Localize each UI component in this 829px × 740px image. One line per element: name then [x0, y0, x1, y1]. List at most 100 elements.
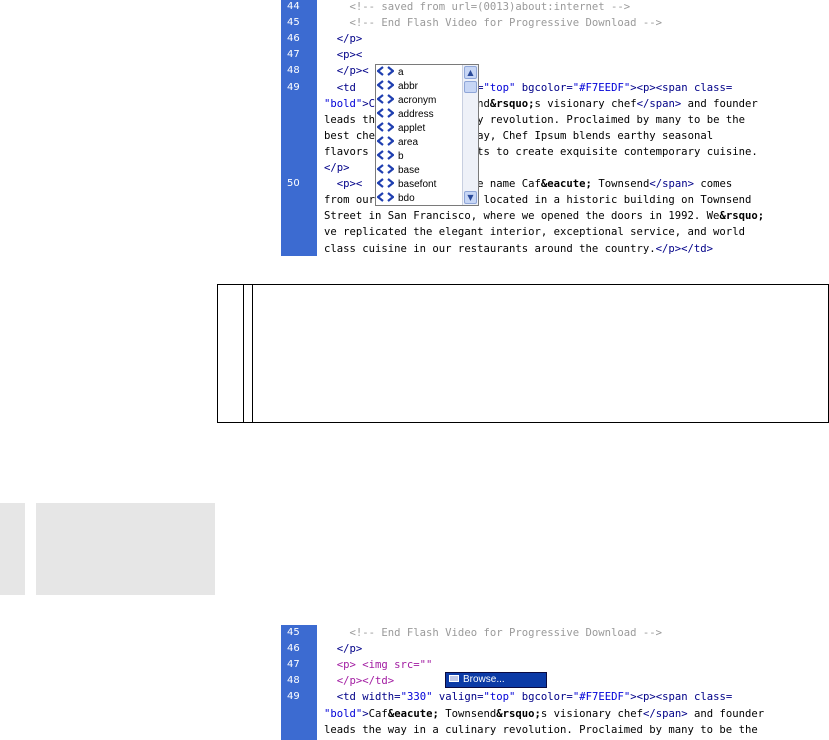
line-number: 47	[287, 659, 300, 671]
code-line[interactable]: Street in San Francisco, where we opened…	[281, 209, 829, 223]
code-text: <p> <img src=""	[324, 658, 829, 672]
code-line[interactable]: "bold">Caf&eacute; Townsend&rsquo;s visi…	[281, 707, 829, 721]
browse-label: Browse...	[463, 674, 505, 685]
tag-icon	[377, 80, 394, 90]
code-hint-item[interactable]: address	[377, 108, 434, 122]
folder-icon	[449, 675, 459, 682]
line-number: 48	[287, 65, 300, 77]
code-token: </p>	[324, 162, 350, 174]
code-line[interactable]: flavors dients to create exquisite conte…	[281, 145, 829, 159]
code-line[interactable]: 49 <td align="top" bgcolor="#F7EEDF"><p>…	[281, 81, 829, 95]
code-line[interactable]: 47 <p> <img src=""	[281, 658, 829, 672]
code-line[interactable]: leads the way in a culinary revolution. …	[281, 723, 829, 737]
code-line[interactable]: 50 <p>< ld">The name Caf&eacute; Townsen…	[281, 177, 829, 191]
code-line[interactable]: 45 <!-- End Flash Video for Progressive …	[281, 626, 829, 640]
code-text: leads the way in a culinary revolution. …	[324, 723, 829, 737]
code-hint-label: applet	[398, 123, 426, 134]
code-hint-label: a	[398, 67, 404, 78]
code-token: &eacute;	[387, 707, 439, 720]
code-token: dients to create exquisite contemporary …	[451, 145, 758, 158]
scroll-up-button[interactable]: ▲	[464, 66, 477, 79]
code-hint-item[interactable]: area	[377, 136, 418, 150]
bottom-code-editor[interactable]: 45 <!-- End Flash Video for Progressive …	[281, 625, 829, 740]
tag-icon	[377, 192, 394, 202]
code-token: </span>	[642, 707, 688, 720]
tag-icon	[377, 178, 394, 188]
code-text: "bold">Caf&eacute; Townsend&rsquo;s visi…	[324, 707, 829, 721]
tag-icon	[377, 108, 394, 118]
code-token: </p><	[324, 65, 369, 78]
code-token: Townsend	[438, 707, 497, 720]
tag-icon	[377, 94, 394, 104]
code-token: <!-- saved from url=(0013)about:internet…	[324, 1, 631, 13]
code-hint-item[interactable]: basefont	[377, 178, 436, 192]
code-token: <td	[324, 691, 363, 704]
code-line[interactable]: 48 </p><	[281, 64, 829, 78]
top-code-editor[interactable]: 44 <!-- saved from url=(0013)about:inter…	[281, 0, 829, 256]
code-hint-item[interactable]: abbr	[377, 80, 418, 94]
code-line[interactable]: ve replicated the elegant interior, exce…	[281, 225, 829, 239]
code-token: <td	[324, 81, 363, 94]
code-hint-popup[interactable]: a abbr acronym address applet area b base basefo…	[375, 64, 479, 206]
code-token: &rsquo;	[489, 97, 535, 110]
code-line[interactable]: from our ant, located in a historic buil…	[281, 193, 829, 207]
grey-block-right	[36, 503, 215, 595]
code-hint-item[interactable]: acronym	[377, 94, 436, 108]
code-token: today, Chef Ipsum blends earthy seasonal	[451, 129, 714, 142]
code-line[interactable]: 46 </p>	[281, 32, 829, 46]
code-token: "#F7EEDF"	[572, 81, 631, 94]
code-hint-label: b	[398, 151, 404, 162]
code-line[interactable]: "bold">C wnsend&rsquo;s visionary chef</…	[281, 97, 829, 111]
code-token: bgcolor=	[521, 81, 573, 94]
scroll-down-button[interactable]: ▼	[464, 191, 477, 204]
code-token: from our	[324, 194, 376, 207]
line-number: 47	[287, 49, 300, 61]
code-token: leads the way in a culinary revolution. …	[324, 723, 758, 736]
design-table-column-divider	[243, 284, 253, 423]
code-hint-item[interactable]: a	[377, 66, 404, 80]
code-hint-item[interactable]: applet	[377, 122, 425, 136]
code-token: "top"	[483, 81, 522, 94]
code-token: </span>	[649, 178, 694, 191]
tag-icon	[377, 122, 394, 132]
code-token: >C	[362, 97, 376, 110]
code-token: "bold"	[324, 707, 363, 720]
code-line[interactable]: class cuisine in our restaurants around …	[281, 242, 829, 256]
code-lines: 44 <!-- saved from url=(0013)about:inter…	[281, 0, 829, 256]
code-hint-label: address	[398, 109, 434, 120]
code-token: valign=	[438, 691, 484, 704]
code-hint-scrollbar[interactable]: ▲ ▼	[462, 65, 478, 205]
code-text: Street in San Francisco, where we opened…	[324, 209, 829, 223]
code-token: <p><	[324, 49, 363, 62]
code-line[interactable]: best che today, Chef Ipsum blends earthy…	[281, 129, 829, 143]
code-token: class cuisine in our restaurants around …	[324, 242, 656, 255]
code-line[interactable]: 44 <!-- saved from url=(0013)about:inter…	[281, 0, 829, 14]
line-number: 44	[287, 1, 300, 12]
code-token: <!-- End Flash Video for Progressive Dow…	[324, 17, 663, 30]
code-token: </p></td>	[655, 242, 714, 255]
code-token: inary revolution. Proclaimed by many to …	[451, 113, 745, 126]
scroll-thumb[interactable]	[464, 81, 477, 93]
code-token: leads th	[324, 113, 376, 126]
code-hint-item[interactable]: base	[377, 164, 420, 178]
code-line[interactable]: 49 <td width="330" valign="top" bgcolor=…	[281, 690, 829, 704]
code-line[interactable]: 47 <p><	[281, 48, 829, 62]
code-text: <p><	[324, 48, 829, 62]
code-hint-item[interactable]: bdo	[377, 192, 415, 205]
design-table[interactable]	[217, 284, 829, 423]
code-line[interactable]: 45 <!-- End Flash Video for Progressive …	[281, 16, 829, 30]
code-line[interactable]: 48 </p></td>	[281, 674, 829, 688]
browse-popup[interactable]: Browse...	[445, 672, 547, 688]
code-token: "#F7EEDF"	[572, 691, 631, 704]
code-token: s visionary chef	[534, 97, 637, 110]
tag-icon	[377, 66, 394, 76]
code-token: <p><	[324, 178, 363, 191]
code-token: "bold"	[324, 97, 363, 110]
code-hint-item[interactable]: b	[377, 150, 404, 164]
code-line[interactable]: </p>	[281, 161, 829, 175]
code-token: bgcolor=	[521, 691, 573, 704]
code-line[interactable]: 46 </p>	[281, 642, 829, 656]
code-token: </p></td>	[324, 675, 395, 688]
line-number: 50	[287, 178, 300, 190]
code-line[interactable]: leads th inary revolution. Proclaimed by…	[281, 113, 829, 127]
